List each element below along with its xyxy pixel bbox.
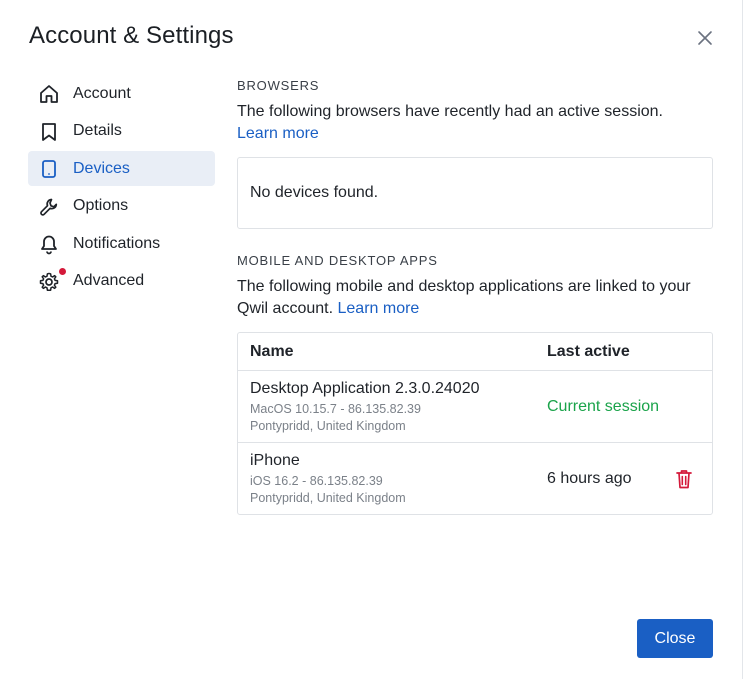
- tablet-icon: [42, 160, 56, 178]
- app-os: iOS 16.2 - 86.135.82.39: [250, 474, 383, 488]
- settings-sidebar: Account Details Devices Options Notifica…: [28, 76, 215, 301]
- sidebar-item-devices[interactable]: Devices: [28, 151, 215, 186]
- close-button[interactable]: Close: [637, 619, 713, 658]
- trash-icon[interactable]: [674, 468, 694, 490]
- browsers-description-text: The following browsers have recently had…: [237, 103, 663, 120]
- last-active-status: Current session: [547, 398, 660, 415]
- bookmark-icon: [42, 122, 56, 141]
- table-row: Desktop Application 2.3.0.24020 MacOS 10…: [238, 371, 712, 443]
- apps-heading: MOBILE AND DESKTOP APPS: [237, 253, 438, 268]
- empty-state-text: No devices found.: [250, 184, 379, 201]
- sidebar-item-options[interactable]: Options: [28, 189, 215, 224]
- devices-panel: BROWSERS The following browsers have rec…: [237, 78, 713, 515]
- sidebar-item-label: Details: [73, 122, 122, 139]
- sidebar-item-label: Options: [73, 197, 129, 214]
- bell-icon: [41, 235, 57, 255]
- sidebar-item-label: Advanced: [73, 272, 145, 289]
- browsers-empty-state: No devices found.: [237, 157, 713, 229]
- browsers-heading: BROWSERS: [237, 78, 320, 93]
- app-name: Desktop Application 2.3.0.24020: [250, 380, 480, 397]
- table-row: iPhone iOS 16.2 - 86.135.82.39 Pontyprid…: [238, 443, 712, 514]
- wrench-icon: [40, 198, 58, 216]
- apps-description-text: The following mobile and desktop applica…: [237, 278, 691, 317]
- apps-table: Name Last active Desktop Application 2.3…: [237, 332, 713, 515]
- sidebar-item-label: Notifications: [73, 234, 161, 252]
- sidebar-item-advanced[interactable]: Advanced: [28, 264, 215, 299]
- apps-description: The following mobile and desktop applica…: [237, 276, 713, 320]
- sidebar-item-label: Devices: [73, 159, 130, 177]
- sidebar-item-label: Account: [73, 84, 131, 102]
- table-header: Name Last active: [238, 333, 712, 371]
- browsers-learn-more-link[interactable]: Learn more: [237, 125, 319, 142]
- dialog-title: Account & Settings: [29, 22, 234, 49]
- app-name: iPhone: [250, 452, 300, 469]
- app-location: Pontypridd, United Kingdom: [250, 419, 406, 433]
- close-icon[interactable]: [694, 27, 716, 49]
- sidebar-item-notifications[interactable]: Notifications: [28, 226, 215, 261]
- gear-icon: [39, 272, 59, 291]
- column-header-last-active: Last active: [547, 343, 630, 360]
- notification-badge: [59, 267, 66, 275]
- app-location: Pontypridd, United Kingdom: [250, 491, 406, 505]
- home-icon: [40, 85, 58, 103]
- browsers-description: The following browsers have recently had…: [237, 101, 713, 145]
- column-header-name: Name: [250, 343, 294, 360]
- settings-dialog: Account & Settings Account Details Devic…: [0, 0, 743, 679]
- last-active-status: 6 hours ago: [547, 470, 632, 487]
- app-os: MacOS 10.15.7 - 86.135.82.39: [250, 402, 421, 416]
- apps-learn-more-link[interactable]: Learn more: [338, 300, 420, 317]
- sidebar-item-account[interactable]: Account: [28, 76, 215, 111]
- sidebar-item-details[interactable]: Details: [28, 114, 215, 149]
